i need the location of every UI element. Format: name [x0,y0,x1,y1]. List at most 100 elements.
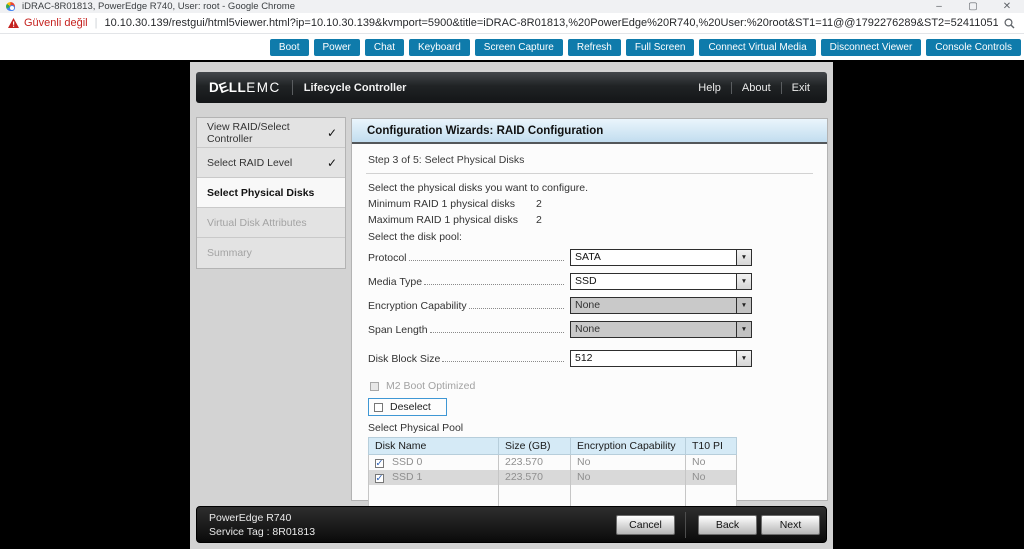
footer-buttons: Cancel BackNext [612,512,820,538]
dropdown-selected-value: SATA [571,250,736,265]
field-label: Media Type [368,276,422,288]
toolbar-button-boot[interactable]: Boot [270,39,309,56]
field-row-encryption-capability: Encryption CapabilityNone▼ [368,297,813,314]
toolbar-button-keyboard[interactable]: Keyboard [409,39,470,56]
address-separator: | [95,17,98,29]
max-disks-row: Maximum RAID 1 physical disks 2 [368,214,813,226]
toolbar-button-power[interactable]: Power [314,39,360,56]
lifecycle-footer: PowerEdge R740 Service Tag : 8R01813 Can… [196,506,827,543]
wizard-steps-sidebar: View RAID/Select Controller✓Select RAID … [196,117,346,269]
wizard-body: Step 3 of 5: Select Physical Disks Selec… [352,144,827,515]
disk-size-cell: 223.570 [499,455,571,470]
lifecycle-controller-screen: DELLEMC Lifecycle Controller HelpAboutEx… [190,62,833,549]
kvm-toolbar: Boot Power Chat Keyboard Screen Capture Refre… [0,34,1024,60]
security-warning-label[interactable]: Güvenli değil [24,17,88,29]
disk-table-header-disk-name: Disk Name [369,438,499,455]
step-complete-check-icon: ✓ [327,126,337,140]
dropdown-arrow-icon[interactable]: ▼ [736,250,751,265]
field-row-span-length: Span Length None▼ [368,321,813,338]
step-indicator: Step 3 of 5: Select Physical Disks [368,154,813,166]
sidebar-item-summary: Summary [197,238,345,268]
disk-row-ssd-0: ✓SSD 0223.570NoNo [369,455,737,470]
m2-boot-optimized-row: M2 Boot Optimized [370,380,813,392]
cancel-button[interactable]: Cancel [616,515,675,535]
field-label-wrap: Media Type [368,276,566,288]
menu-item-help[interactable]: Help [694,82,725,94]
deselect-control[interactable]: Deselect [368,398,447,416]
dropdown-arrow-icon[interactable]: ▼ [736,351,751,366]
dropdown-arrow-icon: ▼ [736,322,751,337]
disk-name: SSD 1 [392,471,422,483]
disk-encryption-cell: No [571,470,686,485]
disk-name: SSD 0 [392,456,422,468]
field-label: Span Length [368,324,428,336]
disk-size-cell: 223.570 [499,470,571,485]
url-text[interactable]: 10.10.30.139/restgui/html5viewer.html?ip… [104,17,998,29]
sidebar-item-virtual-disk-attributes: Virtual Disk Attributes [197,208,345,238]
field-label-wrap: Disk Block Size [368,353,566,365]
toolbar-button-full-screen[interactable]: Full Screen [626,39,695,56]
disk-select-checkbox[interactable]: ✓ [375,474,384,483]
toolbar-button-refresh[interactable]: Refresh [568,39,621,56]
field-label: Disk Block Size [368,353,440,365]
disk-name-cell: ✓ SSD 0 [369,455,499,470]
field-label-wrap: Protocol [368,252,566,264]
window-controls: – ▢ ✕ [922,0,1024,13]
min-disks-label: Minimum RAID 1 physical disks [368,198,536,210]
app-title: Lifecycle Controller [304,82,407,94]
field-row-media-type: Media Type SSD▼ [368,273,813,290]
sidebar-item-label: Virtual Disk Attributes [207,217,307,229]
sidebar-item-view-raid-select-controller[interactable]: View RAID/Select Controller✓ [197,118,345,148]
toolbar-button-console-controls[interactable]: Console Controls [926,39,1021,56]
window-title: iDRAC-8R01813, PowerEdge R740, User: roo… [22,1,295,12]
disk-block-size-dropdown[interactable]: 512▼ [570,350,752,367]
dotted-leader [424,284,564,285]
step-complete-check-icon: ✓ [327,156,337,170]
system-info: PowerEdge R740 Service Tag : 8R01813 [209,511,315,539]
toolbar-button-screen-capture[interactable]: Screen Capture [475,39,563,56]
minimize-icon[interactable]: – [922,0,956,13]
sidebar-item-label: View RAID/Select Controller [207,121,327,145]
close-icon[interactable]: ✕ [990,0,1024,13]
max-disks-value: 2 [536,214,542,226]
chrome-icon [6,2,15,11]
dropdown-selected-value: 512 [571,351,736,366]
disk-name-cell: ✓ SSD 1 [369,470,499,485]
footer-button-divider [685,512,686,538]
dropdown-selected-value: None [571,298,736,313]
media-type-dropdown[interactable]: SSD▼ [570,273,752,290]
dotted-leader [409,260,564,261]
toolbar-button-chat[interactable]: Chat [365,39,404,56]
toolbar-button-disconnect-viewer[interactable]: Disconnect Viewer [821,39,922,56]
disk-table-header-t10-pi: T10 PI [686,438,737,455]
page-title: Configuration Wizards: RAID Configuratio… [352,119,827,144]
dropdown-arrow-icon[interactable]: ▼ [736,274,751,289]
instruction-text: Select the physical disks you want to co… [368,182,813,194]
disk-table-header-size-gb-: Size (GB) [499,438,571,455]
header-menu: Help About Exit [694,82,814,94]
divider [366,173,813,174]
deselect-checkbox[interactable] [374,403,383,412]
maximize-icon[interactable]: ▢ [956,0,990,13]
protocol-dropdown[interactable]: SATA▼ [570,249,752,266]
menu-divider [781,82,782,94]
next-button[interactable]: Next [761,515,820,535]
disk-table-header-encryption-capability: Encryption Capability [571,438,686,455]
disk-select-checkbox[interactable]: ✓ [375,459,384,468]
menu-item-exit[interactable]: Exit [788,82,814,94]
page-zoom-icon[interactable] [1004,18,1015,29]
toolbar-button-connect-virtual-media[interactable]: Connect Virtual Media [699,39,815,56]
field-row-disk-block-size: Disk Block Size 512▼ [368,350,813,367]
dropdown-selected-value: None [571,322,736,337]
back-button[interactable]: Back [698,515,757,535]
kvm-viewer-background: DELLEMC Lifecycle Controller HelpAboutEx… [0,60,1024,549]
sidebar-item-select-raid-level[interactable]: Select RAID Level✓ [197,148,345,178]
sidebar-item-select-physical-disks[interactable]: Select Physical Disks [197,178,345,208]
menu-item-about[interactable]: About [738,82,775,94]
field-label: Protocol [368,252,407,264]
field-row-protocol: Protocol SATA▼ [368,249,813,266]
span-length-dropdown: None▼ [570,321,752,338]
disk-t10pi-cell: No [686,470,737,485]
dropdown-arrow-icon: ▼ [736,298,751,313]
field-label-wrap: Span Length [368,324,566,336]
